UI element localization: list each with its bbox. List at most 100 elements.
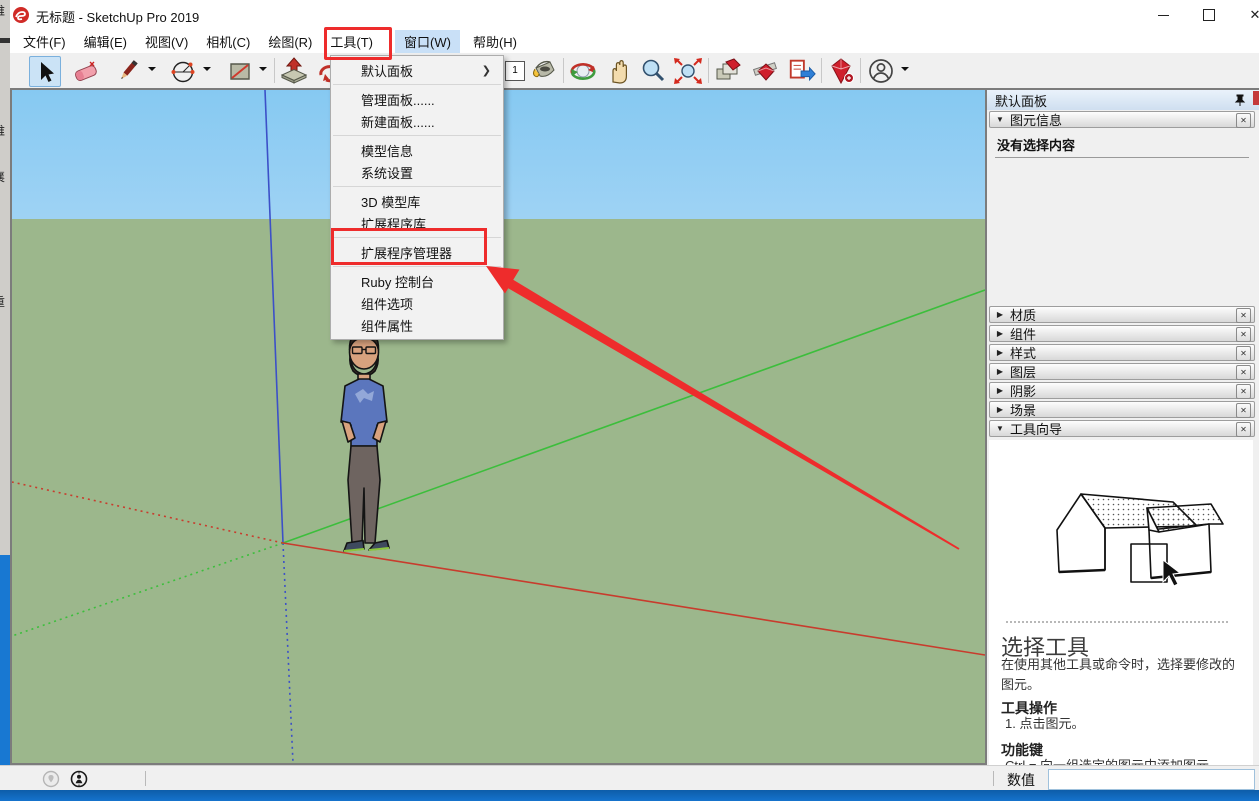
minimize-button[interactable]: [1140, 1, 1186, 30]
sketchup-logo-icon: [12, 6, 30, 24]
submenu-arrow-icon: ❯: [482, 64, 491, 77]
section-materials[interactable]: ▶ 材质 ✕: [989, 306, 1255, 323]
eraser-tool-button[interactable]: [71, 56, 101, 85]
collapsed-triangle-icon: ▶: [990, 386, 1010, 395]
pan-tool-button[interactable]: [603, 56, 633, 85]
line-tool-button[interactable]: [113, 56, 143, 85]
expanded-triangle-icon: ▼: [990, 424, 1010, 433]
section-label: 工具向导: [1010, 419, 1062, 438]
section-close-icon[interactable]: ✕: [1236, 403, 1251, 418]
section-label: 阴影: [1010, 381, 1036, 400]
section-close-icon[interactable]: ✕: [1236, 113, 1251, 128]
title-bar: 无标题 - SketchUp Pro 2019 ✕: [10, 0, 1259, 30]
extension-warehouse-icon: [751, 57, 781, 85]
instructor-house-illustration: [1047, 468, 1227, 600]
orbit-icon: [568, 57, 598, 85]
menu-draw[interactable]: 绘图(R): [259, 30, 321, 53]
extension-warehouse-button[interactable]: [751, 56, 781, 85]
select-arrow-icon: [32, 59, 58, 85]
collapsed-triangle-icon: ▶: [990, 405, 1010, 414]
instructor-keys-item: Ctrl = 向一组选定的图元中添加图元: [1005, 756, 1251, 765]
background-window-sliver: 维 维 襄 重: [0, 0, 10, 790]
annotation-rect-extension-manager: [331, 228, 487, 265]
menu-help[interactable]: 帮助(H): [464, 30, 526, 53]
section-close-icon[interactable]: ✕: [1236, 365, 1251, 380]
maximize-button[interactable]: [1186, 1, 1232, 30]
zoom-tool-button[interactable]: [638, 56, 668, 85]
close-button[interactable]: ✕: [1232, 1, 1259, 30]
collapsed-triangle-icon: ▶: [990, 329, 1010, 338]
menu-item-preferences[interactable]: 系统设置: [331, 161, 503, 183]
section-instructor[interactable]: ▼ 工具向导 ✕: [989, 420, 1255, 437]
instructor-panel: 选择工具 在使用其他工具或命令时，选择要修改的图元。 工具操作 1. 点击图元。…: [989, 440, 1253, 765]
window-menu-popup: 默认面板❯ 管理面板...... 新建面板...... 模型信息 系统设置 3D…: [330, 55, 504, 340]
section-components[interactable]: ▶ 组件 ✕: [989, 325, 1255, 342]
section-close-icon[interactable]: ✕: [1236, 384, 1251, 399]
menu-item-3d-warehouse[interactable]: 3D 模型库: [331, 190, 503, 212]
arc-tool-button[interactable]: [168, 56, 198, 85]
pin-icon[interactable]: [1234, 94, 1246, 106]
eraser-icon: [72, 58, 100, 84]
select-tool-button[interactable]: [29, 56, 61, 87]
share-model-button[interactable]: [787, 56, 817, 85]
rectangle-tool-dropdown[interactable]: [259, 67, 267, 75]
menu-item-ruby-console[interactable]: Ruby 控制台: [331, 270, 503, 292]
app-window: 维 维 襄 重 无标题 - SketchUp Pro 2019 ✕ 文件(F) …: [0, 0, 1259, 801]
section-entity-info[interactable]: ▼ 图元信息 ✕: [989, 111, 1255, 128]
scale-figure-person: [317, 328, 412, 556]
account-dropdown[interactable]: [901, 67, 909, 75]
section-label: 组件: [1010, 324, 1036, 343]
collapsed-triangle-icon: ▶: [990, 310, 1010, 319]
share-model-icon: [787, 57, 817, 85]
menu-item-new-panel[interactable]: 新建面板......: [331, 110, 503, 132]
paint-bucket-tool-button[interactable]: [529, 56, 559, 85]
section-close-icon[interactable]: ✕: [1236, 308, 1251, 323]
account-person-icon: [867, 57, 895, 85]
pencil-icon: [114, 58, 142, 84]
line-tool-dropdown[interactable]: [148, 67, 156, 75]
expanded-triangle-icon: ▼: [990, 115, 1010, 124]
section-shadows[interactable]: ▶ 阴影 ✕: [989, 382, 1255, 399]
section-layers[interactable]: ▶ 图层 ✕: [989, 363, 1255, 380]
push-pull-tool-button[interactable]: [279, 56, 309, 85]
orbit-tool-button[interactable]: [568, 56, 598, 85]
extension-manager-button[interactable]: [826, 56, 856, 85]
section-label: 场景: [1010, 400, 1036, 419]
account-button[interactable]: [866, 56, 896, 85]
taskbar-edge: [0, 790, 1259, 801]
section-label: 样式: [1010, 343, 1036, 362]
zoom-extents-tool-button[interactable]: [673, 56, 703, 85]
menu-item-model-info[interactable]: 模型信息: [331, 139, 503, 161]
credits-icon[interactable]: [70, 770, 88, 788]
menu-file[interactable]: 文件(F): [14, 30, 75, 53]
push-pull-icon: [279, 57, 309, 85]
menu-view[interactable]: 视图(V): [136, 30, 197, 53]
menu-camera[interactable]: 相机(C): [197, 30, 259, 53]
tray-close-partial[interactable]: [1253, 91, 1259, 105]
menu-item-component-attributes[interactable]: 组件属性: [331, 314, 503, 336]
section-label: 图层: [1010, 362, 1036, 381]
section-close-icon[interactable]: ✕: [1236, 327, 1251, 342]
section-scenes[interactable]: ▶ 场景 ✕: [989, 401, 1255, 418]
entity-info-message: 没有选择内容: [997, 135, 1075, 154]
geolocation-icon[interactable]: [42, 770, 60, 788]
menu-edit[interactable]: 编辑(E): [75, 30, 136, 53]
menu-item-manage-panels[interactable]: 管理面板......: [331, 88, 503, 110]
tray-title: 默认面板: [995, 91, 1047, 110]
tray-header: 默认面板: [987, 90, 1259, 110]
zoom-extents-icon: [673, 57, 703, 85]
menu-item-component-options[interactable]: 组件选项: [331, 292, 503, 314]
warehouse-3d-button[interactable]: [714, 56, 744, 85]
window-title: 无标题 - SketchUp Pro 2019: [36, 7, 199, 26]
measurement-input[interactable]: [1048, 769, 1255, 790]
rectangle-tool-button[interactable]: [225, 56, 255, 85]
section-close-icon[interactable]: ✕: [1236, 422, 1251, 437]
section-close-icon[interactable]: ✕: [1236, 346, 1251, 361]
instructor-ops-item: 1. 点击图元。: [1005, 714, 1084, 734]
dimension-tool-partial[interactable]: 1: [504, 56, 526, 85]
section-styles[interactable]: ▶ 样式 ✕: [989, 344, 1255, 361]
arc-tool-dropdown[interactable]: [203, 67, 211, 75]
collapsed-triangle-icon: ▶: [990, 367, 1010, 376]
menu-window[interactable]: 窗口(W): [395, 30, 460, 53]
menu-item-default-panels[interactable]: 默认面板❯: [331, 59, 503, 81]
